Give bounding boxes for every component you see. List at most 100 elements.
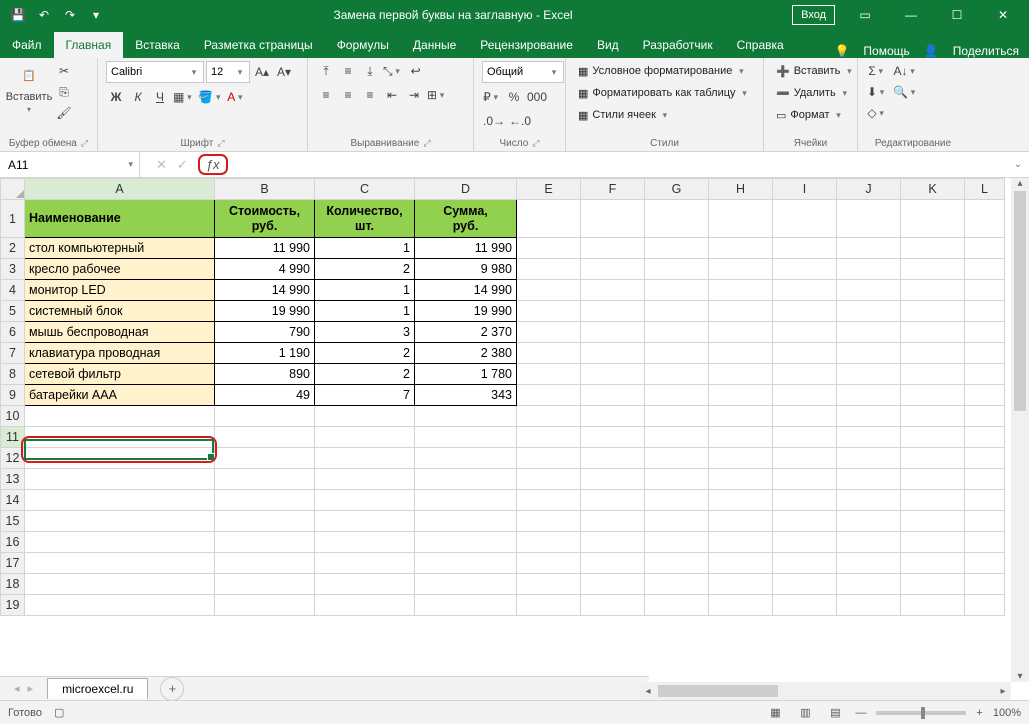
tab-view[interactable]: Вид	[585, 32, 631, 58]
font-name-select[interactable]: Calibri▾	[106, 61, 204, 83]
cell-C11[interactable]	[315, 427, 415, 448]
cell-B6[interactable]: 790	[215, 322, 315, 343]
cell-B13[interactable]	[215, 469, 315, 490]
conditional-format-button[interactable]: ▦Условное форматирование▾	[574, 61, 750, 81]
cell-C6[interactable]: 3	[315, 322, 415, 343]
cell-J8[interactable]	[837, 364, 901, 385]
col-header-F[interactable]: F	[581, 179, 645, 200]
cell-I13[interactable]	[773, 469, 837, 490]
page-break-view-icon[interactable]: ▤	[825, 704, 845, 722]
tell-me-label[interactable]: Помощь	[863, 44, 909, 58]
cell-D8[interactable]: 1 780	[415, 364, 517, 385]
cell-F5[interactable]	[581, 301, 645, 322]
cell-C2[interactable]: 1	[315, 238, 415, 259]
row-header-11[interactable]: 11	[1, 427, 25, 448]
delete-cells-button[interactable]: ➖Удалить▾	[772, 83, 854, 103]
cell-F17[interactable]	[581, 553, 645, 574]
cell-E1[interactable]	[517, 200, 581, 238]
indent-icon[interactable]: ⇥	[404, 85, 424, 105]
cell-E15[interactable]	[517, 511, 581, 532]
cell-I18[interactable]	[773, 574, 837, 595]
cell-L3[interactable]	[965, 259, 1005, 280]
cell-I14[interactable]	[773, 490, 837, 511]
cell-L18[interactable]	[965, 574, 1005, 595]
cell-F6[interactable]	[581, 322, 645, 343]
align-right-icon[interactable]: ≡	[360, 85, 380, 105]
tab-review[interactable]: Рецензирование	[468, 32, 585, 58]
cell-A9[interactable]: батарейки AAA	[25, 385, 215, 406]
font-size-select[interactable]: 12▾	[206, 61, 250, 83]
col-header-G[interactable]: G	[645, 179, 709, 200]
cell-B7[interactable]: 1 190	[215, 343, 315, 364]
row-header-15[interactable]: 15	[1, 511, 25, 532]
cell-G14[interactable]	[645, 490, 709, 511]
cell-F13[interactable]	[581, 469, 645, 490]
row-header-16[interactable]: 16	[1, 532, 25, 553]
cell-E6[interactable]	[517, 322, 581, 343]
zoom-slider[interactable]	[876, 711, 966, 715]
cell-I10[interactable]	[773, 406, 837, 427]
cell-F12[interactable]	[581, 448, 645, 469]
cell-H7[interactable]	[709, 343, 773, 364]
cell-A7[interactable]: клавиатура проводная	[25, 343, 215, 364]
cell-K4[interactable]	[901, 280, 965, 301]
find-select-icon[interactable]: 🔍▾	[892, 82, 919, 102]
cell-K1[interactable]	[901, 200, 965, 238]
cell-A11[interactable]	[25, 427, 215, 448]
cell-I7[interactable]	[773, 343, 837, 364]
cell-J9[interactable]	[837, 385, 901, 406]
select-all-corner[interactable]	[1, 179, 25, 200]
cell-L19[interactable]	[965, 595, 1005, 616]
share-icon[interactable]: 👤	[924, 44, 939, 58]
cell-F7[interactable]	[581, 343, 645, 364]
cell-E16[interactable]	[517, 532, 581, 553]
cell-G4[interactable]	[645, 280, 709, 301]
macro-record-icon[interactable]: ▢	[54, 706, 64, 719]
row-header-9[interactable]: 9	[1, 385, 25, 406]
maximize-button[interactable]: ☐	[935, 1, 979, 29]
cell-A16[interactable]	[25, 532, 215, 553]
col-header-J[interactable]: J	[837, 179, 901, 200]
cell-F14[interactable]	[581, 490, 645, 511]
cell-E14[interactable]	[517, 490, 581, 511]
italic-button[interactable]: К	[128, 87, 148, 107]
cell-C8[interactable]: 2	[315, 364, 415, 385]
sheet-nav-first-icon[interactable]: ◂	[14, 682, 20, 695]
cell-B5[interactable]: 19 990	[215, 301, 315, 322]
format-cells-button[interactable]: ▭Формат▾	[772, 105, 847, 125]
cell-D9[interactable]: 343	[415, 385, 517, 406]
cell-I9[interactable]	[773, 385, 837, 406]
cell-E2[interactable]	[517, 238, 581, 259]
cell-D4[interactable]: 14 990	[415, 280, 517, 301]
cell-B16[interactable]	[215, 532, 315, 553]
cell-J18[interactable]	[837, 574, 901, 595]
cell-G16[interactable]	[645, 532, 709, 553]
cell-L10[interactable]	[965, 406, 1005, 427]
col-header-L[interactable]: L	[965, 179, 1005, 200]
cell-H14[interactable]	[709, 490, 773, 511]
cell-E19[interactable]	[517, 595, 581, 616]
cell-K15[interactable]	[901, 511, 965, 532]
cell-G7[interactable]	[645, 343, 709, 364]
align-bottom-icon[interactable]: ⤓	[360, 61, 380, 81]
cell-D1[interactable]: Сумма,руб.	[415, 200, 517, 238]
cell-J4[interactable]	[837, 280, 901, 301]
cell-L11[interactable]	[965, 427, 1005, 448]
name-box[interactable]: A11▾	[0, 152, 140, 177]
cell-K14[interactable]	[901, 490, 965, 511]
sheet-tab[interactable]: microexcel.ru	[47, 678, 148, 699]
ribbon-options-icon[interactable]: ▭	[843, 1, 887, 29]
cell-K13[interactable]	[901, 469, 965, 490]
cell-I15[interactable]	[773, 511, 837, 532]
share-label[interactable]: Поделиться	[953, 44, 1019, 58]
zoom-in-icon[interactable]: +	[976, 707, 982, 719]
cell-B12[interactable]	[215, 448, 315, 469]
cell-L4[interactable]	[965, 280, 1005, 301]
cell-J3[interactable]	[837, 259, 901, 280]
outdent-icon[interactable]: ⇤	[382, 85, 402, 105]
cell-G9[interactable]	[645, 385, 709, 406]
tab-insert[interactable]: Вставка	[123, 32, 192, 58]
grow-font-icon[interactable]: A▴	[252, 62, 272, 82]
row-header-2[interactable]: 2	[1, 238, 25, 259]
cell-D11[interactable]	[415, 427, 517, 448]
